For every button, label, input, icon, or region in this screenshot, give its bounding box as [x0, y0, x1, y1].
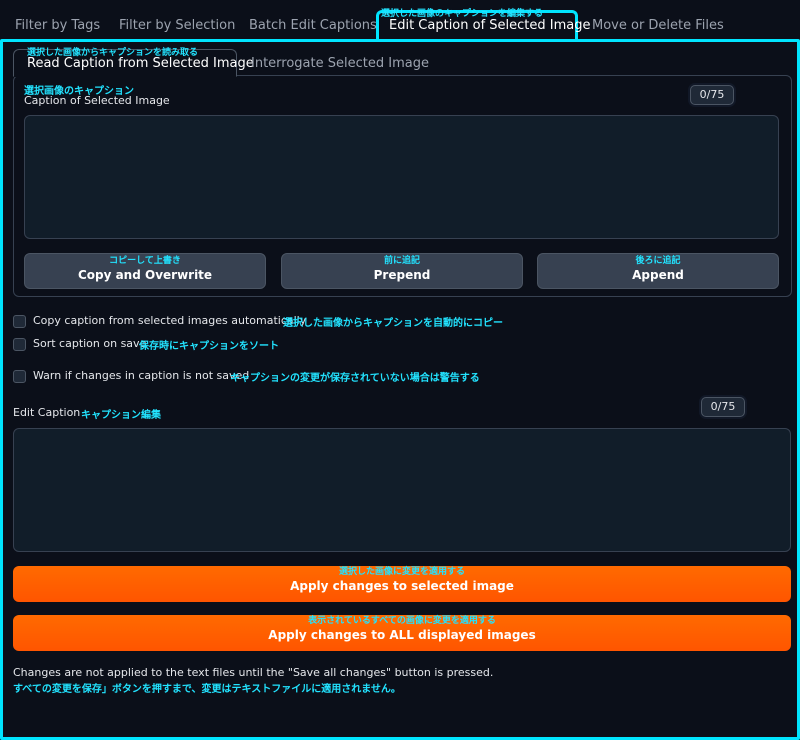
auto-copy-jp: 選択した画像からキャプションを自動的にコピー [283, 318, 503, 329]
apply-all-label: Apply changes to ALL displayed images [268, 628, 536, 642]
warn-unsaved-label[interactable]: Warn if changes in caption is not saved [33, 369, 249, 382]
prepend-label: Prepend [373, 268, 431, 282]
append-button[interactable]: 後ろに追記 Append [537, 253, 779, 289]
tab-filter-by-tags[interactable]: Filter by Tags [15, 18, 100, 33]
append-label: Append [632, 268, 684, 282]
caption-label: Caption of Selected Image [24, 94, 170, 107]
caption-textarea[interactable] [24, 115, 779, 239]
tab-edit-caption[interactable]: Edit Caption of Selected Image [389, 18, 591, 33]
caption-token-counter: 0/75 [690, 85, 734, 105]
save-note: Changes are not applied to the text file… [13, 666, 494, 679]
tab-move-or-delete-files[interactable]: Move or Delete Files [592, 18, 724, 33]
edit-caption-label: Edit Caption [13, 406, 81, 419]
apply-all-button[interactable]: 表示されているすべての画像に変更を適用する Apply changes to A… [13, 615, 791, 651]
apply-selected-jp: 選択した画像に変更を適用する [338, 567, 465, 577]
edit-caption-token-counter: 0/75 [701, 397, 745, 417]
append-jp: 後ろに追記 [635, 256, 681, 266]
warn-unsaved-option: Warn if changes in caption is not saved … [13, 369, 513, 385]
tab-filter-by-selection[interactable]: Filter by Selection [119, 18, 235, 33]
apply-selected-label: Apply changes to selected image [290, 579, 514, 593]
sub-tab-read-caption[interactable]: Read Caption from Selected Image [27, 56, 254, 71]
sort-on-save-jp: 保存時にキャプションをソート [139, 341, 279, 352]
warn-unsaved-checkbox[interactable] [13, 370, 26, 383]
edit-caption-label-jp: キャプション編集 [81, 410, 161, 421]
auto-copy-checkbox[interactable] [13, 315, 26, 328]
warn-unsaved-jp: キャプションの変更が保存されていない場合は警告する [230, 373, 480, 384]
prepend-button[interactable]: 前に追記 Prepend [281, 253, 523, 289]
copy-and-overwrite-jp: コピーして上書き [109, 256, 181, 266]
auto-copy-label[interactable]: Copy caption from selected images automa… [33, 314, 306, 327]
save-note-jp: すべての変更を保存」ボタンを押すまで、変更はテキストファイルに適用されません。 [13, 684, 401, 695]
prepend-jp: 前に追記 [383, 256, 420, 266]
copy-and-overwrite-label: Copy and Overwrite [77, 268, 213, 282]
auto-copy-option: Copy caption from selected images automa… [13, 314, 533, 330]
sort-on-save-label[interactable]: Sort caption on save [33, 337, 146, 350]
copy-and-overwrite-button[interactable]: コピーして上書き Copy and Overwrite [24, 253, 266, 289]
apply-selected-button[interactable]: 選択した画像に変更を適用する Apply changes to selected… [13, 566, 791, 602]
edit-caption-textarea[interactable] [13, 428, 791, 552]
sort-on-save-option: Sort caption on save 保存時にキャプションをソート [13, 337, 313, 353]
top-tab-bar: Filter by Tags Filter by Selection Batch… [0, 0, 800, 41]
sort-on-save-checkbox[interactable] [13, 338, 26, 351]
apply-all-jp: 表示されているすべての画像に変更を適用する [308, 616, 496, 626]
sub-tab-interrogate[interactable]: Interrogate Selected Image [251, 56, 429, 71]
tab-batch-edit-captions[interactable]: Batch Edit Captions [249, 18, 377, 33]
